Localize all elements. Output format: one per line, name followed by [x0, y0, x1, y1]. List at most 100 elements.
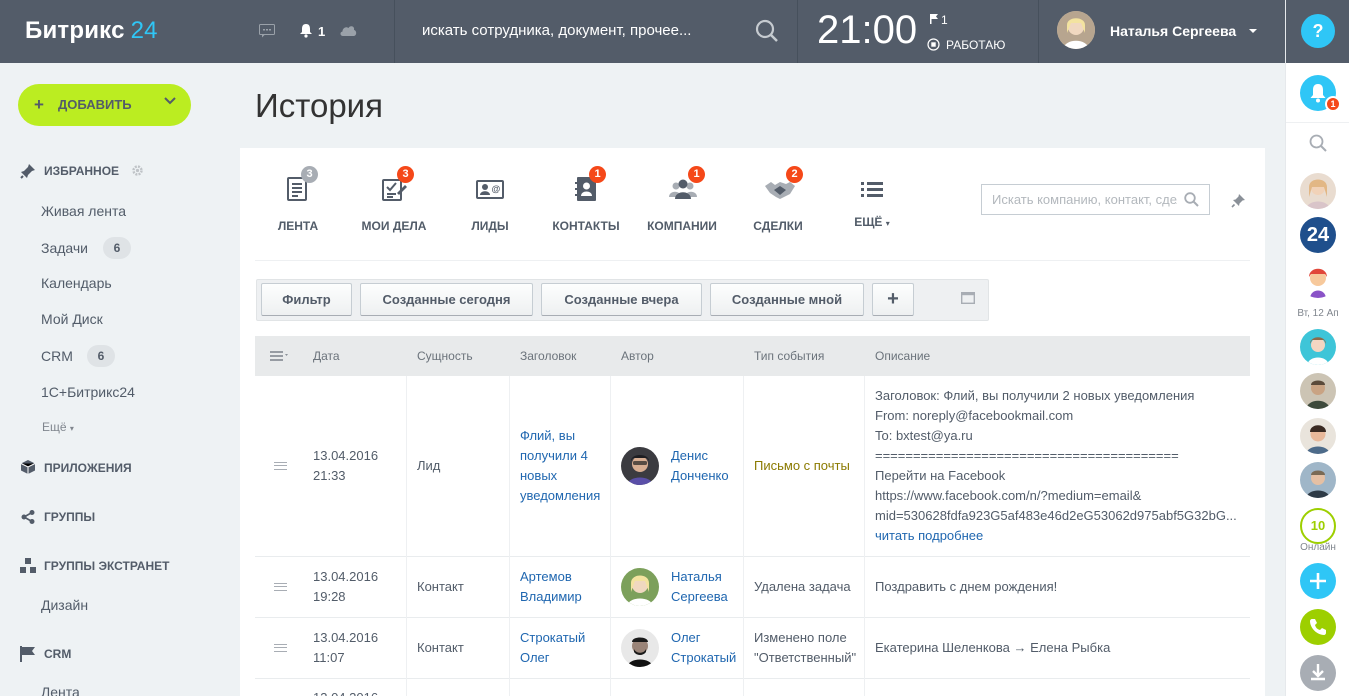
cloud-icon[interactable] — [339, 24, 357, 37]
user-avatar[interactable] — [1057, 11, 1095, 49]
search-icon[interactable] — [755, 19, 779, 43]
top-header: Битрикс 24 1 искать сотрудника, документ,… — [0, 0, 1285, 63]
row-drag-icon[interactable] — [274, 583, 287, 591]
section-crm[interactable]: CRM — [44, 647, 71, 661]
row-date: 13.04.2016 21:33 — [313, 448, 379, 483]
calendar-date-label: Вт, 12 Ап — [1297, 308, 1339, 319]
download-icon[interactable] — [1300, 655, 1336, 691]
sidebar-more[interactable]: Ещё ▾ — [42, 420, 74, 434]
stop-icon[interactable] — [927, 38, 940, 51]
author-avatar[interactable] — [621, 447, 659, 485]
column-title[interactable]: Заголовок — [520, 349, 576, 363]
read-more-link[interactable]: читать подробнее — [875, 526, 1240, 546]
contact-avatar[interactable] — [1300, 262, 1336, 298]
tab-more[interactable]: ЕЩЁ ▾ — [822, 175, 922, 229]
contact-avatar[interactable] — [1300, 373, 1336, 409]
column-divider — [509, 376, 510, 696]
user-menu-chevron-icon[interactable] — [1249, 29, 1257, 33]
online-count[interactable]: 10 — [1300, 508, 1336, 544]
global-search-input[interactable]: искать сотрудника, документ, прочее... — [422, 22, 691, 39]
pin-icon — [20, 163, 36, 179]
contact-avatar[interactable] — [1300, 329, 1336, 365]
row-title-link[interactable]: Артемов Владимир — [520, 567, 582, 607]
row-title-link[interactable]: Строкатый Олег — [520, 628, 585, 668]
preset-created-yesterday[interactable]: Созданные вчера — [541, 283, 702, 316]
column-description[interactable]: Описание — [875, 349, 930, 363]
clock-time[interactable]: 21:00 — [817, 8, 917, 53]
sidebar-item-feed[interactable]: Живая лента — [41, 203, 126, 219]
crm-search-input[interactable] — [982, 185, 1177, 214]
tasks-counter: 3 — [397, 166, 414, 183]
column-author[interactable]: Автор — [621, 349, 654, 363]
sidebar-item-calendar[interactable]: Календарь — [41, 275, 112, 291]
sidebar-item-tasks[interactable]: Задачи — [41, 240, 88, 256]
apps-icon — [20, 459, 36, 475]
row-entity: Контакт — [417, 579, 464, 594]
section-extranet[interactable]: ГРУППЫ ЭКСТРАНЕТ — [44, 559, 169, 573]
header-divider — [394, 0, 395, 63]
companies-icon: 1 — [668, 166, 705, 203]
sidebar-item-design[interactable]: Дизайн — [41, 597, 88, 613]
collapse-icon[interactable] — [961, 292, 975, 304]
section-favorites[interactable]: ИЗБРАННОЕ — [44, 164, 119, 178]
author-avatar[interactable] — [621, 629, 659, 667]
sidebar-item-crm-feed[interactable]: Лента — [41, 684, 80, 696]
bitrix24-icon[interactable]: 24 — [1300, 217, 1336, 253]
chevron-down-icon: ▾ — [885, 219, 890, 228]
preset-created-today[interactable]: Созданные сегодня — [360, 283, 533, 316]
add-filter-button[interactable]: + — [872, 283, 914, 316]
column-date[interactable]: Дата — [313, 349, 340, 363]
contact-avatar[interactable] — [1300, 462, 1336, 498]
section-groups[interactable]: ГРУППЫ — [44, 510, 95, 524]
search-icon[interactable] — [1309, 134, 1327, 152]
search-icon[interactable] — [1184, 192, 1199, 207]
row-drag-icon[interactable] — [274, 462, 287, 470]
contact-avatar[interactable] — [1300, 418, 1336, 454]
gear-icon[interactable] — [131, 164, 144, 177]
row-date: 13.04.2016 — [313, 688, 378, 696]
sidebar-item-crm[interactable]: CRM — [41, 348, 73, 364]
notify-badge: 1 — [1325, 96, 1341, 112]
table-row[interactable] — [255, 557, 1250, 618]
filter-button[interactable]: Фильтр — [261, 283, 352, 316]
contact-avatar[interactable] — [1300, 173, 1336, 209]
row-author-link[interactable]: Олег Строкатый — [671, 628, 736, 668]
work-status[interactable]: РАБОТАЮ — [946, 38, 1005, 52]
pin-icon[interactable] — [1231, 193, 1246, 208]
row-author-link[interactable]: Денис Донченко — [671, 446, 729, 486]
add-button[interactable]: + ДОБАВИТЬ — [18, 84, 191, 126]
add-icon[interactable] — [1300, 563, 1336, 599]
tab-deals[interactable]: 2 СДЕЛКИ — [728, 166, 828, 233]
tab-my-tasks[interactable]: 3 МОИ ДЕЛА — [344, 166, 444, 233]
tab-contacts[interactable]: 1 КОНТАКТЫ — [536, 166, 636, 233]
bell-icon[interactable] — [299, 23, 313, 38]
table-row[interactable] — [255, 679, 1250, 696]
author-avatar[interactable] — [621, 568, 659, 606]
companies-counter: 1 — [688, 166, 705, 183]
preset-created-by-me[interactable]: Созданные мной — [710, 283, 864, 316]
right-sidebar: ? 1 24 Вт, 12 Ап 10 Онлайн — [1285, 0, 1349, 696]
chat-icon[interactable] — [259, 24, 275, 38]
grid-header — [255, 336, 1250, 376]
help-icon[interactable]: ? — [1301, 14, 1335, 48]
phone-icon[interactable] — [1300, 609, 1336, 645]
grid-settings-icon[interactable] — [270, 351, 290, 361]
tab-feed[interactable]: 3 ЛЕНТА — [248, 166, 348, 233]
extranet-icon — [20, 558, 36, 574]
user-name[interactable]: Наталья Сергеева — [1110, 23, 1236, 39]
row-author-link[interactable]: Наталья Сергеева — [671, 567, 728, 607]
row-title-link[interactable]: Флий, вы получили 4 новых уведомления — [520, 426, 600, 506]
tab-leads[interactable]: @ ЛИДЫ — [440, 175, 540, 233]
svg-text:@: @ — [492, 184, 501, 194]
column-entity[interactable]: Сущность — [417, 349, 473, 363]
sidebar-item-1c[interactable]: 1С+Битрикс24 — [41, 384, 135, 400]
row-description: Заголовок: Флий, вы получили 2 новых уве… — [875, 386, 1240, 546]
section-apps[interactable]: ПРИЛОЖЕНИЯ — [44, 461, 132, 475]
column-event-type[interactable]: Тип события — [754, 349, 824, 363]
tab-companies[interactable]: 1 КОМПАНИИ — [632, 166, 732, 233]
row-drag-icon[interactable] — [274, 644, 287, 652]
divider — [1286, 122, 1349, 123]
logo[interactable]: Битрикс 24 — [25, 17, 158, 45]
sidebar-item-disk[interactable]: Мой Диск — [41, 311, 103, 327]
deals-counter: 2 — [786, 166, 803, 183]
